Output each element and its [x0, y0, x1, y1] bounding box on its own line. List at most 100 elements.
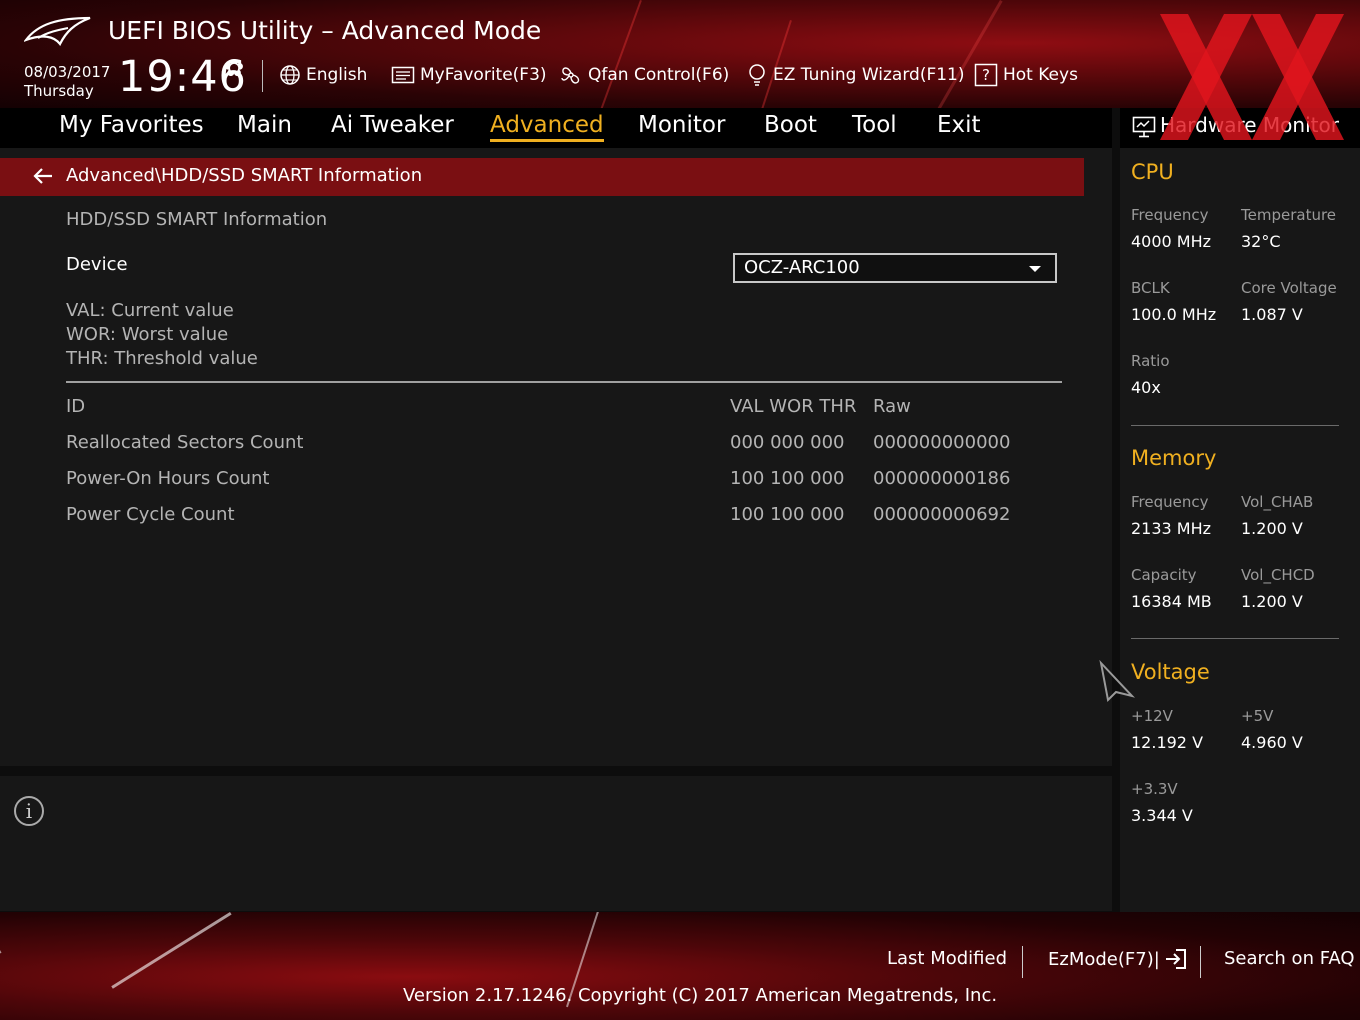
divider: [1200, 946, 1201, 978]
myfavorite-button[interactable]: MyFavorite(F3): [391, 62, 547, 88]
legend-val: VAL: Current value: [66, 300, 234, 321]
cpu-section-title: CPU: [1131, 160, 1174, 184]
rog-logo: [24, 16, 91, 47]
version-copyright: Version 2.17.1246. Copyright (C) 2017 Am…: [403, 985, 998, 1006]
breadcrumb: Advanced\HDD/SSD SMART Information: [0, 158, 1084, 196]
attribute-raw: 000000000000: [873, 432, 1011, 453]
language-button[interactable]: English: [279, 62, 367, 88]
section-title: HDD/SSD SMART Information: [66, 209, 328, 230]
banner-stripe: [930, 0, 1003, 108]
search-faq-button[interactable]: Search on FAQ: [1224, 948, 1355, 969]
divider: [1022, 946, 1023, 978]
help-icon: ?: [974, 63, 998, 87]
last-modified-button[interactable]: Last Modified: [887, 948, 1007, 969]
tab-boot[interactable]: Boot: [764, 112, 817, 138]
legend-thr: THR: Threshold value: [66, 348, 258, 369]
ez-mode-label: EzMode(F7)|: [1048, 948, 1160, 970]
vol-chab-value: 1.200 V: [1241, 519, 1303, 538]
memory-frequency-label: Frequency: [1131, 493, 1209, 511]
hot-keys-button[interactable]: ? Hot Keys: [974, 62, 1078, 88]
chevron-down-icon: [1029, 266, 1041, 272]
divider: [1131, 638, 1339, 639]
memory-frequency-value: 2133 MHz: [1131, 519, 1212, 538]
hot-keys-label: Hot Keys: [1003, 65, 1078, 85]
banner-stripe: [592, 0, 642, 108]
tab-ai-tweaker[interactable]: Ai Tweaker: [331, 112, 454, 138]
attribute-values: 000 000 000: [730, 432, 845, 453]
watermark-logo: [1160, 14, 1344, 140]
clock-settings-gear-icon[interactable]: ✿: [224, 54, 244, 82]
cpu-temperature-label: Temperature: [1241, 206, 1337, 224]
main-content: Advanced\HDD/SSD SMART Information HDD/S…: [0, 148, 1112, 766]
qfan-label: Qfan Control(F6): [588, 65, 730, 85]
banner-stripe: [0, 950, 2, 998]
device-dropdown[interactable]: OCZ-ARC100: [733, 253, 1057, 283]
breadcrumb-path: Advanced\HDD/SSD SMART Information: [66, 165, 423, 186]
date-text: 08/03/2017: [24, 63, 111, 81]
qfan-control-button[interactable]: Qfan Control(F6): [559, 62, 729, 88]
attribute-values: 100 100 000: [730, 468, 845, 489]
top-banner: UEFI BIOS Utility – Advanced Mode 08/03/…: [0, 0, 1360, 108]
core-voltage-label: Core Voltage: [1241, 279, 1337, 297]
bclk-label: BCLK: [1131, 279, 1170, 297]
attribute-name: Power-On Hours Count: [66, 468, 270, 489]
device-dropdown-value: OCZ-ARC100: [744, 257, 860, 278]
attribute-name: Power Cycle Count: [66, 504, 235, 525]
voltage-section-title: Voltage: [1131, 660, 1210, 684]
tab-monitor[interactable]: Monitor: [638, 112, 725, 138]
core-voltage-value: 1.087 V: [1241, 305, 1303, 324]
ez-mode-button[interactable]: EzMode(F7)|: [1048, 948, 1188, 970]
myfavorite-label: MyFavorite(F3): [420, 65, 547, 85]
fan-icon: [561, 67, 580, 84]
ratio-label: Ratio: [1131, 352, 1170, 370]
vol-chab-label: Vol_CHAB: [1241, 493, 1314, 511]
v12-label: +12V: [1131, 707, 1173, 725]
language-label: English: [306, 65, 368, 85]
vol-chcd-label: Vol_CHCD: [1241, 566, 1315, 584]
main-tab-bar: My Favorites Main Ai Tweaker Advanced Mo…: [0, 108, 1112, 148]
memory-section-title: Memory: [1131, 446, 1217, 470]
bottom-banner: Last Modified EzMode(F7)| Search on FAQ …: [0, 912, 1360, 1020]
column-header-raw: Raw: [873, 396, 911, 417]
attribute-raw: 000000000186: [873, 468, 1011, 489]
v33-value: 3.344 V: [1131, 806, 1193, 825]
ez-tuning-wizard-button[interactable]: EZ Tuning Wizard(F11): [746, 62, 965, 88]
ez-tuning-label: EZ Tuning Wizard(F11): [773, 65, 965, 85]
weekday-text: Thursday: [24, 82, 94, 100]
hardware-monitor-panel: CPU Frequency 4000 MHz Temperature 32°C …: [1120, 148, 1360, 912]
column-header-id: ID: [66, 396, 86, 417]
divider: [66, 381, 1062, 383]
attribute-values: 100 100 000: [730, 504, 845, 525]
favorite-list-icon: [391, 66, 415, 84]
column-header-values: VAL WOR THR: [730, 396, 857, 417]
tab-advanced[interactable]: Advanced: [490, 112, 604, 142]
divider: [262, 60, 263, 92]
banner-stripe: [111, 912, 232, 989]
mouse-cursor-icon: [1099, 660, 1136, 703]
capacity-value: 16384 MB: [1131, 592, 1212, 611]
tab-main[interactable]: Main: [237, 112, 292, 138]
capacity-label: Capacity: [1131, 566, 1197, 584]
svg-text:?: ?: [982, 66, 990, 84]
attribute-name: Reallocated Sectors Count: [66, 432, 304, 453]
tab-exit[interactable]: Exit: [937, 112, 981, 138]
cpu-frequency-value: 4000 MHz: [1131, 232, 1212, 251]
v12-value: 12.192 V: [1131, 733, 1204, 752]
tab-my-favorites[interactable]: My Favorites: [59, 112, 204, 138]
back-arrow-icon[interactable]: [32, 166, 54, 186]
cpu-temperature-value: 32°C: [1241, 232, 1281, 251]
v5-value: 4.960 V: [1241, 733, 1303, 752]
date-display: 08/03/2017 Thursday: [24, 63, 110, 101]
globe-icon: [280, 65, 300, 85]
v5-label: +5V: [1241, 707, 1274, 725]
monitor-icon: [1132, 116, 1156, 138]
tab-tool[interactable]: Tool: [852, 112, 897, 138]
lightbulb-icon: [749, 64, 765, 86]
help-info-pane: i: [0, 776, 1112, 911]
vol-chcd-value: 1.200 V: [1241, 592, 1303, 611]
legend-wor: WOR: Worst value: [66, 324, 229, 345]
info-icon: i: [14, 796, 44, 826]
v33-label: +3.3V: [1131, 780, 1178, 798]
attribute-raw: 000000000692: [873, 504, 1011, 525]
app-title: UEFI BIOS Utility – Advanced Mode: [108, 16, 542, 45]
